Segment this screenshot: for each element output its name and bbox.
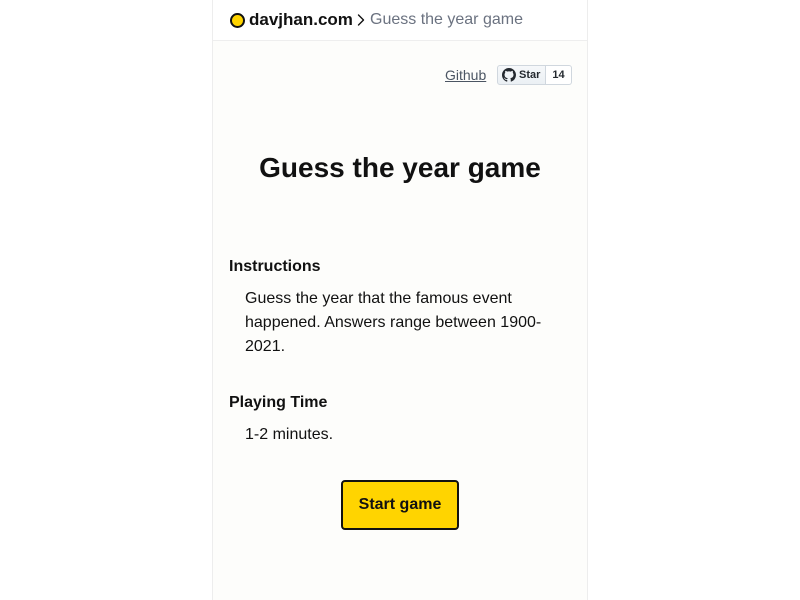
site-logo-dot-icon[interactable] [230, 13, 245, 28]
playing-time-heading: Playing Time [229, 394, 328, 411]
page-title: Guess the year game [259, 152, 541, 183]
chevron-right-icon [357, 14, 365, 26]
star-count[interactable]: 14 [546, 65, 572, 85]
star-label: Star [519, 69, 541, 81]
top-navbar: davjhan.com Guess the year game [213, 0, 587, 41]
github-icon [502, 68, 516, 82]
breadcrumb-current-page: Guess the year game [370, 11, 523, 28]
instructions-heading: Instructions [229, 258, 321, 275]
github-star-button[interactable]: Star [497, 65, 547, 85]
start-game-button[interactable]: Start game [341, 480, 459, 530]
site-home-link[interactable]: davjhan.com [249, 10, 353, 30]
playing-time-text: 1-2 minutes. [245, 426, 334, 443]
instructions-text: Guess the year that the famous event hap… [245, 290, 542, 355]
page-column: davjhan.com Guess the year game Github S… [212, 0, 588, 600]
github-star-widget: Star 14 [497, 65, 572, 85]
github-link[interactable]: Github [445, 67, 486, 83]
